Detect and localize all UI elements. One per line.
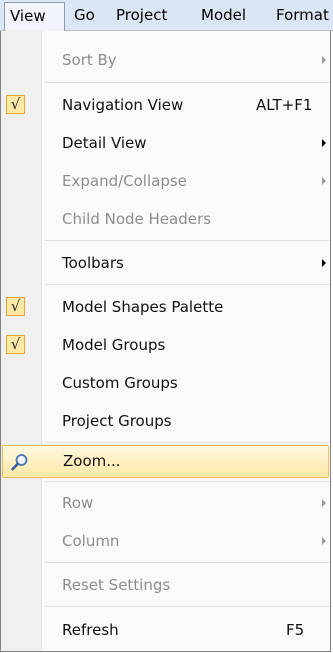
chevron-right-icon bbox=[322, 259, 326, 267]
menu-separator bbox=[45, 284, 330, 285]
chevron-right-icon bbox=[322, 537, 326, 545]
menu-item-label: Refresh bbox=[62, 621, 119, 639]
menu-bar: View Go Project Model Format bbox=[0, 0, 333, 32]
checkmark-icon: √ bbox=[6, 335, 25, 354]
menu-separator bbox=[45, 562, 330, 563]
menu-item-label: Navigation View bbox=[62, 96, 184, 114]
menu-item-model-groups[interactable]: √ Model Groups bbox=[1, 326, 330, 364]
menu-item-label: Column bbox=[62, 532, 120, 550]
menu-item-label: Zoom... bbox=[63, 452, 121, 470]
menu-item-refresh[interactable]: Refresh F5 bbox=[1, 611, 330, 649]
shortcut-text: F5 bbox=[286, 621, 305, 639]
menu-item-sort-by[interactable]: Sort By bbox=[1, 41, 330, 79]
menu-item-child-node-headers[interactable]: Child Node Headers bbox=[1, 200, 330, 238]
menu-separator bbox=[45, 481, 330, 482]
menu-go[interactable]: Go bbox=[74, 0, 95, 31]
menu-item-label: Model Shapes Palette bbox=[62, 298, 224, 316]
menu-item-label: Project Groups bbox=[62, 412, 172, 430]
view-dropdown-menu: Sort By √ Navigation View ALT+F1 Detail … bbox=[0, 31, 331, 652]
checkmark-icon: √ bbox=[6, 95, 25, 114]
menu-item-column[interactable]: Column bbox=[1, 522, 330, 560]
chevron-right-icon bbox=[322, 139, 326, 147]
menu-item-label: Sort By bbox=[62, 51, 117, 69]
menu-model[interactable]: Model bbox=[201, 0, 246, 31]
menu-item-label: Reset Settings bbox=[62, 576, 171, 594]
menu-separator bbox=[45, 606, 330, 607]
menu-item-custom-groups[interactable]: Custom Groups bbox=[1, 364, 330, 402]
menu-item-label: Child Node Headers bbox=[62, 210, 211, 228]
menu-separator bbox=[45, 240, 330, 241]
menu-item-label: Detail View bbox=[62, 134, 147, 152]
menu-item-zoom[interactable]: Zoom... bbox=[2, 445, 329, 478]
menu-item-label: Expand/Collapse bbox=[62, 172, 187, 190]
menu-item-navigation-view[interactable]: √ Navigation View ALT+F1 bbox=[1, 86, 330, 124]
menu-item-detail-view[interactable]: Detail View bbox=[1, 124, 330, 162]
checkmark-icon: √ bbox=[6, 297, 25, 316]
menu-separator bbox=[45, 82, 330, 83]
menu-item-label: Toolbars bbox=[62, 254, 124, 272]
menu-format[interactable]: Format bbox=[276, 0, 329, 31]
menu-item-reset-settings[interactable]: Reset Settings bbox=[1, 566, 330, 604]
menu-separator bbox=[45, 442, 330, 443]
menu-item-label: Custom Groups bbox=[62, 374, 178, 392]
chevron-right-icon bbox=[322, 499, 326, 507]
chevron-right-icon bbox=[322, 177, 326, 185]
shortcut-text: ALT+F1 bbox=[256, 96, 313, 114]
menu-item-model-shapes-palette[interactable]: √ Model Shapes Palette bbox=[1, 288, 330, 326]
magnifier-icon bbox=[11, 454, 28, 471]
menu-project[interactable]: Project bbox=[116, 0, 167, 31]
menu-item-row[interactable]: Row bbox=[1, 484, 330, 522]
menu-item-project-groups[interactable]: Project Groups bbox=[1, 402, 330, 440]
chevron-right-icon bbox=[322, 56, 326, 64]
menu-item-label: Row bbox=[62, 494, 94, 512]
menu-item-expand-collapse[interactable]: Expand/Collapse bbox=[1, 162, 330, 200]
menu-item-toolbars[interactable]: Toolbars bbox=[1, 244, 330, 282]
menu-item-label: Model Groups bbox=[62, 336, 166, 354]
menu-view[interactable]: View bbox=[4, 2, 65, 32]
